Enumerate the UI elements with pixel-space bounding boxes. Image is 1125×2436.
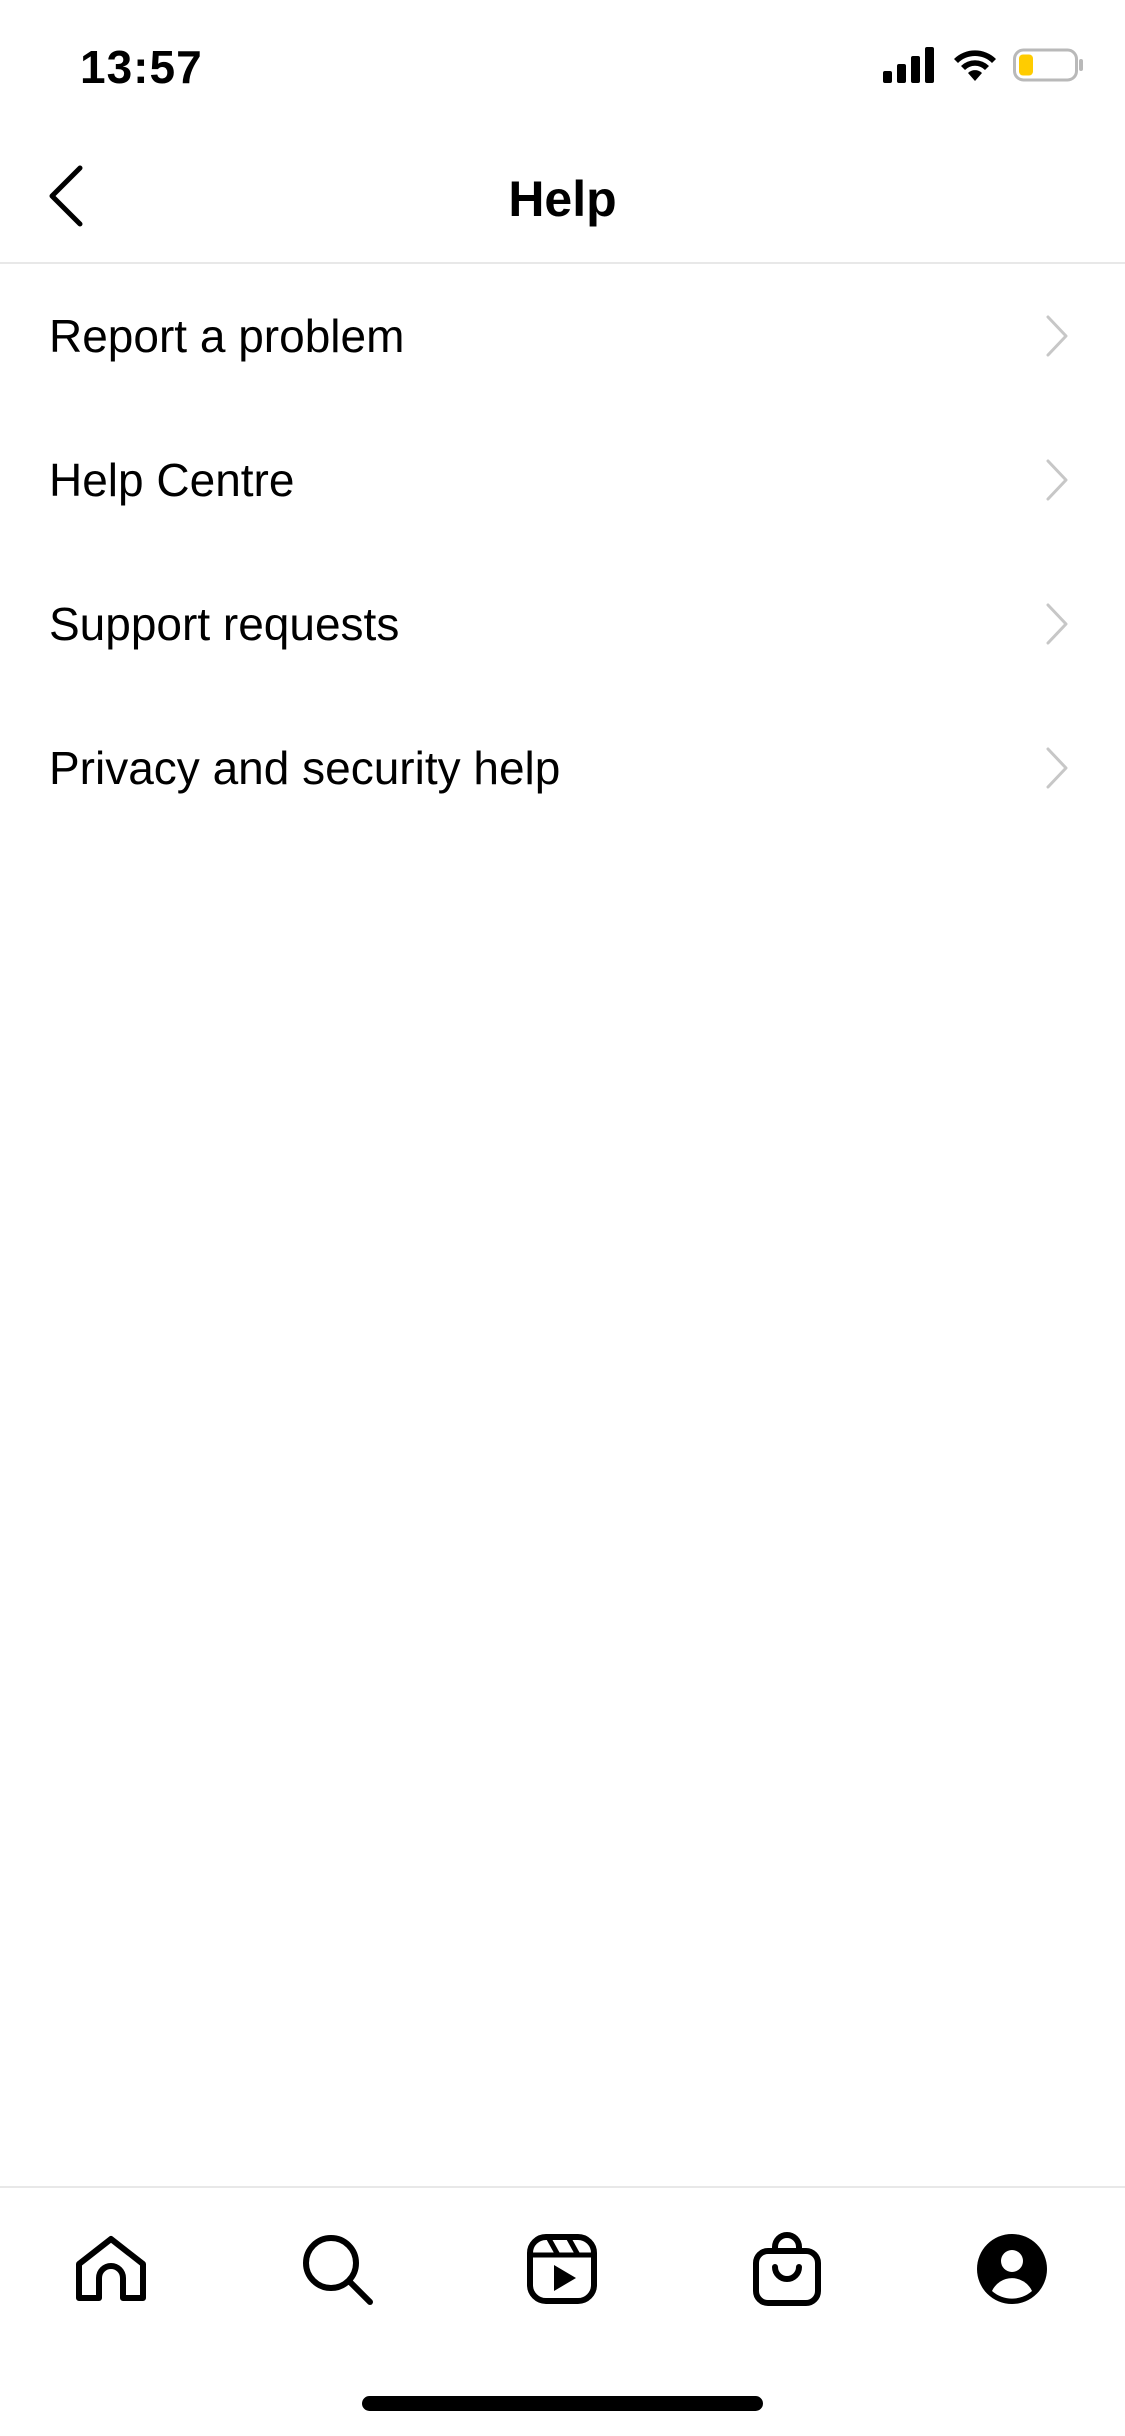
menu-item-report-a-problem[interactable]: Report a problem <box>0 264 1125 408</box>
shop-icon <box>753 2232 821 2306</box>
menu-item-label: Support requests <box>49 598 400 650</box>
tab-profile[interactable] <box>967 2224 1057 2314</box>
tab-home[interactable] <box>66 2224 156 2314</box>
chevron-right-icon <box>1046 459 1068 501</box>
reels-icon <box>527 2234 597 2304</box>
status-time: 13:57 <box>80 41 203 93</box>
chevron-right-icon <box>1046 315 1068 357</box>
cellular-signal-icon <box>883 46 937 88</box>
menu-item-label: Privacy and security help <box>49 742 561 794</box>
menu-item-label: Report a problem <box>49 310 405 362</box>
tab-shop[interactable] <box>742 2224 832 2314</box>
tab-search[interactable] <box>292 2224 382 2314</box>
chevron-right-icon <box>1046 603 1068 645</box>
tab-reels[interactable] <box>517 2224 607 2314</box>
profile-icon <box>977 2234 1047 2304</box>
search-icon <box>303 2235 373 2305</box>
status-bar: 13:57 <box>0 0 1125 132</box>
home-indicator <box>362 2396 763 2411</box>
home-icon <box>76 2236 146 2301</box>
battery-icon <box>1013 47 1085 88</box>
wifi-icon <box>951 47 999 88</box>
menu-item-support-requests[interactable]: Support requests <box>0 552 1125 696</box>
menu-item-label: Help Centre <box>49 454 295 506</box>
menu-item-help-centre[interactable]: Help Centre <box>0 408 1125 552</box>
nav-bar: Help <box>0 132 1125 264</box>
menu-item-privacy-and-security-help[interactable]: Privacy and security help <box>0 696 1125 840</box>
chevron-right-icon <box>1046 747 1068 789</box>
help-menu-list: Report a problem Help Centre Support req… <box>0 264 1125 840</box>
page-title: Help <box>508 171 617 227</box>
status-icons <box>883 44 1085 90</box>
